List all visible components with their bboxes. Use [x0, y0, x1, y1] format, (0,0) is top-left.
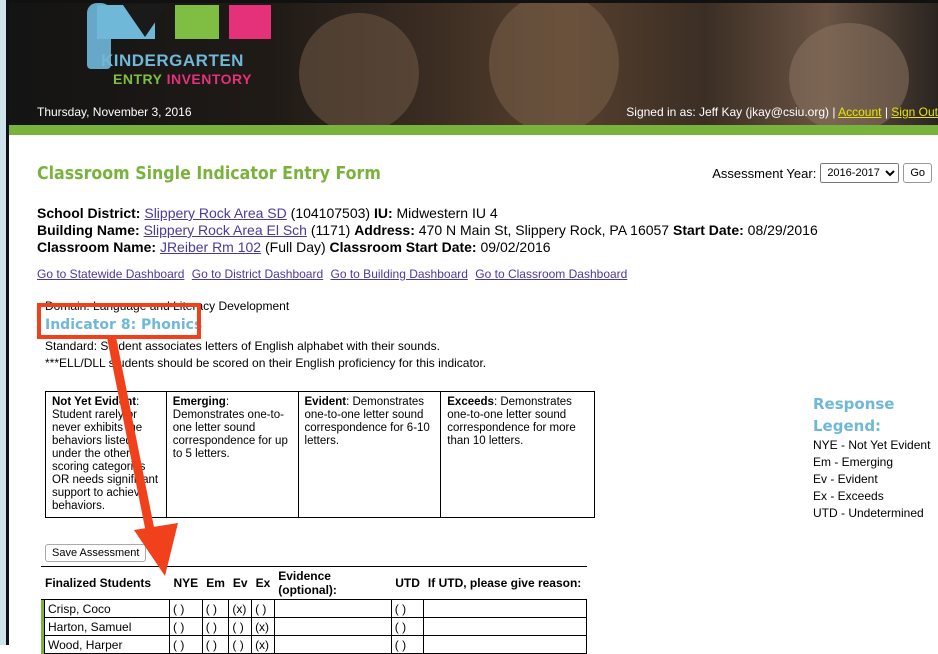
green-divider-bar: [9, 125, 938, 135]
address-value: 470 N Main St, Slippery Rock, PA 16057: [418, 222, 670, 238]
students-header-row: Finalized Students NYE Em Ev Ex Evidence…: [41, 566, 587, 600]
logo-block-e: [175, 5, 219, 39]
criteria-not-yet-evident: Not Yet Evident: Student rarely or never…: [45, 391, 167, 518]
criteria-term: Not Yet Evident: [52, 396, 137, 408]
student-name: Crisp, Coco: [44, 599, 170, 618]
district-code: (104107503): [290, 205, 371, 221]
legend-item: UTD - Undetermined: [813, 506, 924, 520]
account-link[interactable]: Account: [838, 105, 881, 119]
sign-out-link[interactable]: Sign Out: [891, 105, 938, 119]
col-em: Em: [202, 566, 229, 600]
classroom-label: Classroom Name:: [37, 239, 157, 255]
standard-text: Standard: Student associates letters of …: [45, 339, 440, 353]
col-utd: UTD: [391, 566, 424, 600]
classroom-line: Classroom Name: JReiber Rm 102 (Full Day…: [37, 239, 818, 256]
signed-in-text: Signed in as: Jeff Kay (jkay@csiu.org) |: [626, 105, 836, 119]
go-button[interactable]: Go: [903, 163, 932, 183]
building-line: Building Name: Slippery Rock Area El Sch…: [37, 222, 818, 239]
indicator-highlight-box: [37, 303, 201, 339]
table-row: Crisp, Coco ( ) ( ) (x) ( ) ( ): [41, 599, 588, 618]
criteria-term: Emerging: [172, 396, 226, 408]
col-ex: Ex: [251, 566, 275, 600]
criteria-exceeds: Exceeds: Demonstrates one-to-one letter …: [440, 391, 595, 518]
building-link[interactable]: Slippery Rock Area El Sch: [144, 222, 307, 238]
scoring-criteria-table: Not Yet Evident: Student rarely or never…: [45, 391, 595, 518]
district-line: School District: Slippery Rock Area SD (…: [37, 205, 818, 222]
evidence-input[interactable]: [273, 617, 392, 636]
em-radio[interactable]: ( ): [201, 599, 230, 618]
statewide-dashboard-link[interactable]: Go to Statewide Dashboard: [37, 267, 184, 281]
ex-radio[interactable]: ( ): [251, 599, 275, 618]
iu-label: IU:: [373, 205, 393, 221]
nye-radio[interactable]: ( ): [169, 617, 203, 636]
current-date: Thursday, November 3, 2016: [37, 105, 192, 119]
ex-radio[interactable]: (x): [251, 617, 275, 636]
district-label: School District:: [37, 205, 141, 221]
col-nye: NYE: [169, 566, 203, 600]
ev-radio[interactable]: (x): [228, 599, 253, 618]
building-code: (1171): [310, 222, 351, 238]
assessment-year-select[interactable]: 2016-2017: [820, 163, 900, 183]
site-header: KINDERGARTEN ENTRY INVENTORY Thursday, N…: [9, 3, 938, 125]
logo-block-i: [229, 5, 271, 39]
col-evidence: Evidence (optional):: [274, 566, 392, 600]
district-link[interactable]: Slippery Rock Area SD: [144, 205, 286, 221]
criteria-evident: Evident: Demonstrates one-to-one letter …: [297, 391, 442, 518]
nye-radio[interactable]: ( ): [169, 599, 203, 618]
legend-item: Ev - Evident: [813, 472, 878, 486]
header-photo-child-2: [489, 3, 619, 125]
student-name: Harton, Samuel: [44, 617, 170, 636]
classroom-start-label: Classroom Start Date:: [329, 239, 477, 255]
utd-reason-input[interactable]: [423, 617, 588, 636]
legend-item: Ex - Exceeds: [813, 489, 884, 503]
separator: |: [884, 105, 888, 119]
legend-item: NYE - Not Yet Evident: [813, 438, 931, 452]
em-radio[interactable]: ( ): [201, 617, 230, 636]
header-photo-child-1: [299, 13, 419, 125]
col-finalized-students: Finalized Students: [41, 566, 170, 600]
col-ev: Ev: [228, 566, 252, 600]
students-table: Finalized Students NYE Em Ev Ex Evidence…: [41, 566, 588, 654]
save-assessment-button[interactable]: Save Assessment: [45, 544, 147, 562]
criteria-term: Evident: [304, 396, 347, 408]
logo-text-kindergarten: KINDERGARTEN: [101, 51, 244, 70]
page-title: Classroom Single Indicator Entry Form: [37, 163, 381, 184]
classroom-info: School District: Slippery Rock Area SD (…: [37, 205, 818, 256]
utd-reason-input[interactable]: [423, 599, 588, 618]
assessment-year-control: Assessment Year: 2016-2017 Go: [712, 163, 932, 183]
legend-item: Em - Emerging: [813, 455, 894, 469]
col-utd-reason: If UTD, please give reason:: [423, 566, 587, 600]
response-legend-list: NYE - Not Yet Evident Em - Emerging Ev -…: [813, 437, 930, 522]
logo-text-entry-inventory: ENTRY INVENTORY: [113, 71, 252, 87]
utd-radio[interactable]: ( ): [390, 617, 425, 636]
district-dashboard-link[interactable]: Go to District Dashboard: [192, 267, 323, 281]
signed-in-info: Signed in as: Jeff Kay (jkay@csiu.org) |…: [626, 105, 938, 119]
classroom-dashboard-link[interactable]: Go to Classroom Dashboard: [475, 267, 627, 281]
criteria-term: Exceeds: [447, 396, 494, 408]
classroom-start-value: 09/02/2016: [480, 239, 551, 255]
iu-value: Midwestern IU 4: [396, 205, 498, 221]
start-date-label: Start Date:: [672, 222, 744, 238]
classroom-type: (Full Day): [264, 239, 326, 255]
dashboard-links: Go to Statewide Dashboard Go to District…: [37, 267, 631, 281]
table-row: Harton, Samuel ( ) ( ) ( ) (x) ( ): [41, 617, 588, 636]
response-legend-title: Response Legend:: [813, 395, 895, 435]
address-label: Address:: [354, 222, 415, 238]
logo-text-inventory: INVENTORY: [166, 71, 252, 87]
criteria-desc: : Student rarely or never exhibits the b…: [52, 396, 159, 512]
building-label: Building Name:: [37, 222, 140, 238]
evidence-input[interactable]: [273, 599, 392, 618]
start-date-value: 08/29/2016: [747, 222, 818, 238]
assessment-year-label: Assessment Year:: [712, 165, 817, 181]
ev-radio[interactable]: ( ): [228, 617, 253, 636]
ell-note: ***ELL/DLL students should be scored on …: [45, 356, 487, 370]
logo-block-k-notch: [123, 5, 167, 37]
logo-text-entry: ENTRY: [113, 71, 163, 87]
criteria-emerging: Emerging: Demonstrates one-to-one letter…: [165, 391, 299, 518]
building-dashboard-link[interactable]: Go to Building Dashboard: [331, 267, 468, 281]
classroom-link[interactable]: JReiber Rm 102: [160, 239, 261, 255]
utd-radio[interactable]: ( ): [390, 599, 425, 618]
